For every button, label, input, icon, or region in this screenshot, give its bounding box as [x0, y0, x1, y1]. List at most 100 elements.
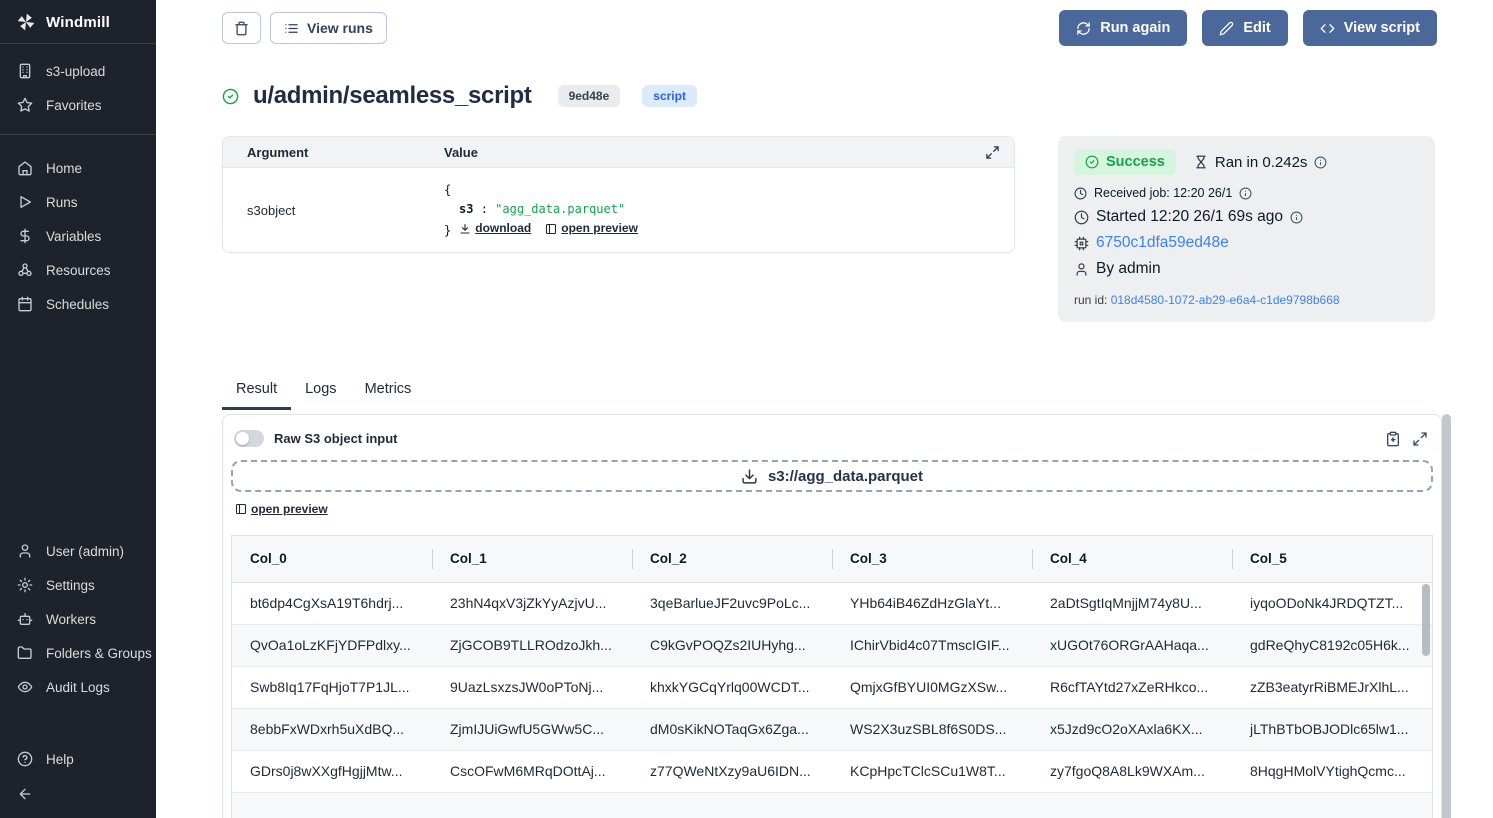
raw-s3-toggle-label: Raw S3 object input	[274, 431, 398, 446]
arguments-row: s3object { s3 : "agg_data.parquet" }	[223, 168, 1014, 252]
open-preview-link[interactable]: open preview	[545, 219, 638, 238]
view-runs-button[interactable]: View runs	[270, 12, 387, 44]
run-id-label: run id:	[1074, 293, 1107, 307]
worker-id-link[interactable]: 6750c1dfa59ed48e	[1096, 234, 1229, 252]
maximize-icon	[985, 145, 1000, 160]
sidebar-item-variables[interactable]: Variables	[0, 219, 156, 253]
panel-preview-icon	[545, 223, 557, 235]
windmill-logo-icon	[16, 12, 36, 32]
sidebar-item-schedules[interactable]: Schedules	[0, 287, 156, 321]
raw-s3-toggle[interactable]	[234, 430, 264, 447]
sidebar-collapse-button[interactable]	[0, 776, 156, 814]
info-icon[interactable]	[1239, 187, 1252, 200]
table-cell: z77QWeNtXzy9aU6IDN...	[632, 750, 832, 792]
delete-button[interactable]	[222, 12, 261, 44]
table-cell: 8ebbFxWDxrh5uXdBQ...	[232, 708, 432, 750]
table-row-partial	[232, 792, 1432, 818]
sidebar-item-runs[interactable]: Runs	[0, 185, 156, 219]
table-header-row: Col_0Col_1Col_2Col_3Col_4Col_5	[232, 536, 1432, 582]
table-cell: xUGOt76ORGrAAHaqa...	[1032, 624, 1232, 666]
table-cell: KCpHpcTClcSCu1W8T...	[832, 750, 1032, 792]
run-again-button[interactable]: Run again	[1059, 10, 1187, 46]
sidebar-item-audit-logs[interactable]: Audit Logs	[0, 670, 156, 704]
download-icon	[741, 468, 758, 485]
column-header: Col_3	[832, 536, 1032, 582]
run-id-link[interactable]: 018d4580-1072-ab29-e6a4-c1de9798b668	[1111, 293, 1340, 307]
sidebar-spacer	[0, 327, 156, 524]
sidebar-item-user[interactable]: User (admin)	[0, 534, 156, 568]
workspace-logo[interactable]: Windmill	[0, 0, 156, 44]
table-row[interactable]: bt6dp4CgXsA19T6hdrj...23hN4qxV3jZkYyAzjv…	[232, 582, 1432, 624]
sidebar-item-label: Runs	[46, 195, 78, 210]
table-cell: ZjmIJUiGwfU5GWw5C...	[432, 708, 632, 750]
page-title: u/admin/seamless_script	[253, 82, 532, 110]
expand-args-button[interactable]	[985, 145, 1014, 160]
sidebar-item-s3-upload[interactable]: s3-upload	[0, 54, 156, 88]
status-line-received: Received job: 12:20 26/1	[1074, 186, 1419, 200]
arguments-card: Argument Value s3object { s3 : "agg_data…	[222, 136, 1015, 253]
sidebar-item-resources[interactable]: Resources	[0, 253, 156, 287]
s3-file-download-area[interactable]: s3://agg_data.parquet	[231, 460, 1433, 492]
sidebar-item-label: Workers	[46, 612, 96, 627]
json-brace-close: }	[444, 224, 451, 238]
view-script-label: View script	[1344, 20, 1420, 36]
clipboard-copy-icon[interactable]	[1385, 431, 1401, 447]
json-colon: :	[481, 202, 488, 216]
edit-button[interactable]: Edit	[1202, 10, 1287, 46]
result-panel: Raw S3 object input s3://agg_data.parque…	[222, 414, 1442, 818]
tab-result[interactable]: Result	[222, 375, 291, 410]
info-icon[interactable]	[1290, 211, 1303, 224]
view-runs-label: View runs	[307, 20, 373, 36]
table-row[interactable]: 8ebbFxWDxrh5uXdBQ...ZjmIJUiGwfU5GWw5C...…	[232, 708, 1432, 750]
dollar-icon	[17, 228, 33, 244]
page-header: u/admin/seamless_script 9ed48e script	[222, 82, 1451, 110]
play-icon	[17, 194, 33, 210]
table-row[interactable]: QvOa1oLzKFjYDFPdlxy...ZjGCOB9TLLROdzoJkh…	[232, 624, 1432, 666]
result-table: Col_0Col_1Col_2Col_3Col_4Col_5 bt6dp4CgX…	[232, 536, 1432, 818]
argument-value: { s3 : "agg_data.parquet" } download	[444, 181, 1014, 241]
duration-text: Ran in 0.242s	[1194, 154, 1328, 171]
refresh-icon	[1076, 21, 1091, 36]
preview-row: open preview	[235, 502, 1441, 520]
sidebar-item-settings[interactable]: Settings	[0, 568, 156, 602]
info-icon[interactable]	[1314, 156, 1327, 169]
table-cell: ZjGCOB9TLLROdzoJkh...	[432, 624, 632, 666]
result-panel-scrollbar[interactable]	[1442, 414, 1451, 818]
table-cell: YHb64iB46ZdHzGlaYt...	[832, 582, 1032, 624]
table-cell: jLThBTbOBJODlc65lw1...	[1232, 708, 1432, 750]
view-script-button[interactable]: View script	[1303, 10, 1437, 46]
sidebar-item-home[interactable]: Home	[0, 151, 156, 185]
received-label: Received job: 12:20 26/1	[1094, 186, 1232, 200]
table-row[interactable]: GDrs0j8wXXgfHgjjMtw...CscOFwM6MRqDOttAj.…	[232, 750, 1432, 792]
eye-icon	[17, 679, 33, 695]
tab-metrics[interactable]: Metrics	[351, 375, 426, 410]
sidebar-item-label: Schedules	[46, 297, 109, 312]
download-link[interactable]: download	[459, 219, 531, 238]
argument-column-header: Argument	[223, 145, 444, 160]
sidebar-item-help[interactable]: Help	[0, 742, 156, 776]
main-content: View runs Run again Edit View script	[156, 0, 1493, 818]
sidebar-item-label: Favorites	[46, 98, 102, 113]
arguments-header: Argument Value	[223, 137, 1014, 168]
sidebar-workspace-group: s3-upload Favorites	[0, 44, 156, 128]
table-row[interactable]: Swb8Iq17FqHjoT7P1JL...9UazLsxzsJW0oPToNj…	[232, 666, 1432, 708]
table-cell: 8HqgHMolVYtighQcmc...	[1232, 750, 1432, 792]
open-preview-link[interactable]: open preview	[235, 502, 328, 516]
cards-row: Argument Value s3object { s3 : "agg_data…	[222, 136, 1451, 322]
sidebar-item-workers[interactable]: Workers	[0, 602, 156, 636]
pencil-icon	[1219, 21, 1234, 36]
result-tabs: Result Logs Metrics	[222, 375, 1451, 410]
sidebar-item-folders-groups[interactable]: Folders & Groups	[0, 636, 156, 670]
arrow-left-icon	[17, 786, 33, 802]
sidebar-nav-group: Home Runs Variables Resources Schedules	[0, 141, 156, 327]
toggle-knob	[236, 432, 249, 445]
hourglass-icon	[1194, 155, 1208, 169]
tab-logs[interactable]: Logs	[291, 375, 350, 410]
table-vertical-scrollbar[interactable]	[1422, 584, 1430, 656]
user-icon	[1074, 262, 1089, 277]
cpu-icon	[1074, 236, 1089, 251]
sidebar-item-favorites[interactable]: Favorites	[0, 88, 156, 122]
table-cell: GDrs0j8wXXgfHgjjMtw...	[232, 750, 432, 792]
maximize-icon[interactable]	[1412, 431, 1428, 447]
table-cell: gdReQhyC8192c05H6k...	[1232, 624, 1432, 666]
